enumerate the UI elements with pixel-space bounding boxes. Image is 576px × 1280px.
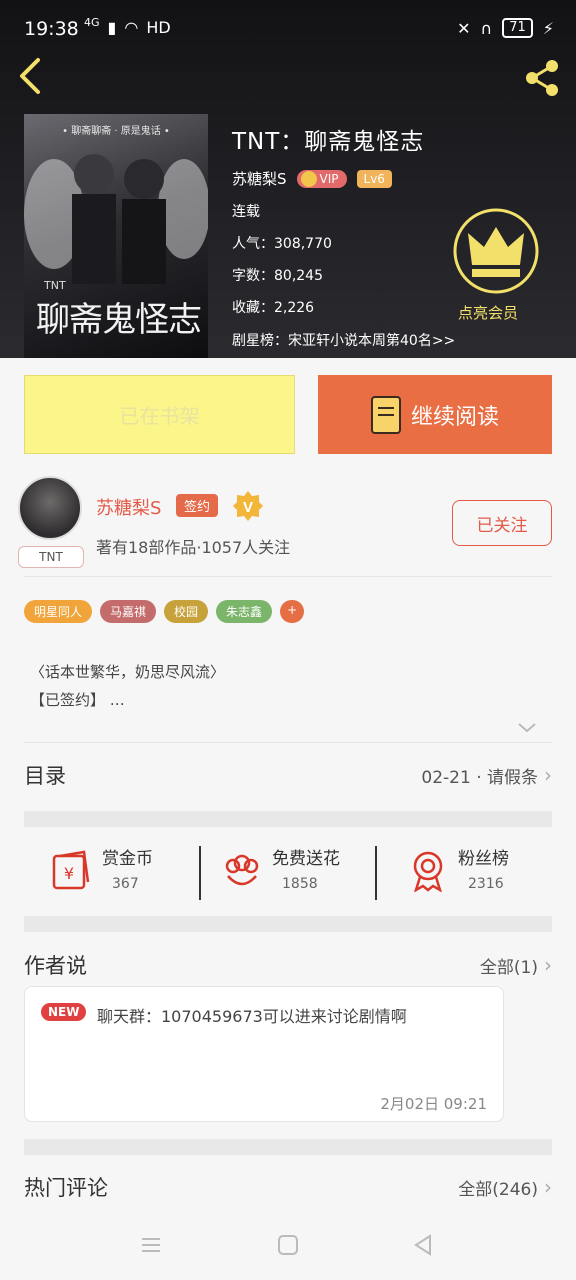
divider (24, 742, 552, 743)
book-intro[interactable]: 〈话本世繁华，奶思尽风流〉 【已签约】 … (30, 658, 225, 714)
coin-pouch-icon: ¥ (52, 850, 90, 890)
menu-icon[interactable] (140, 1234, 162, 1256)
status-right: ✕ ∩ 71 ⚡ (457, 18, 554, 38)
wifi-icon: ◠ (124, 18, 139, 37)
reward-coin-stat[interactable]: ¥ 赏金币 367 (50, 838, 200, 910)
flower-icon (225, 854, 259, 886)
stat-value: 2316 (468, 876, 504, 892)
book-cover[interactable]: • 聊斋聊斋 · 原是鬼话 • TNT 聊斋鬼怪志 (24, 114, 208, 358)
signal-icon: 4G (84, 16, 100, 29)
chevron-right-icon: › (544, 1175, 552, 1199)
author-row: 苏糖梨S VIP Lv6 (232, 168, 562, 189)
comments-title: 热门评论 (24, 1176, 108, 1200)
battery-icon: 71 (502, 18, 533, 38)
crown-icon (300, 170, 317, 187)
continue-reading-button[interactable]: 继续阅读 (318, 375, 552, 454)
tag-item[interactable]: 朱志鑫 (216, 600, 273, 623)
vip-label: VIP (319, 171, 339, 186)
vip-badge: VIP (296, 169, 347, 188)
divider (24, 576, 552, 577)
book-title: TNT：聊斋鬼怪志 (232, 129, 425, 155)
author-avatar[interactable] (18, 476, 82, 540)
add-tag-button[interactable]: + (280, 600, 305, 623)
toc-latest-chapter: 02-21 · 请假条 (421, 767, 538, 788)
stat-value: 1858 (282, 876, 318, 892)
intro-line-1: 〈话本世繁华，奶思尽风流〉 (30, 663, 226, 681)
book-author[interactable]: 苏糖梨S (232, 168, 287, 189)
medal-icon (413, 851, 443, 892)
author-notes-title: 作者说 (24, 954, 87, 978)
signed-badge: 签约 (176, 494, 219, 517)
book-header: 19:38 4G ▮ ◠ HD ✕ ∩ 71 ⚡ • 聊斋聊斋 · 原是鬼话 • (0, 0, 576, 358)
book-icon (370, 395, 401, 434)
avatar-tag: TNT (18, 546, 84, 568)
author-note-time: 2月02日 09:21 (380, 1095, 487, 1113)
author-note-card[interactable]: NEW 聊天群：1070459673可以进来讨论剧情啊 2月02日 09:21 (24, 986, 504, 1122)
cover-sub-text: TNT (44, 279, 66, 292)
signal-bars-icon: ▮ (107, 18, 117, 37)
status-bar: 19:38 4G ▮ ◠ HD ✕ ∩ 71 ⚡ (0, 0, 576, 58)
toc-row[interactable]: 目录 02-21 · 请假条 › (24, 760, 552, 790)
chevron-right-icon: › (544, 953, 552, 977)
author-card: TNT 苏糖梨S 签约 V 著有18部作品·1057人关注 已关注 (18, 476, 558, 576)
free-flower-stat[interactable]: 免费送花 1858 (220, 838, 370, 910)
stat-divider (375, 846, 377, 900)
fan-rank-stat[interactable]: 粉丝榜 2316 (406, 838, 552, 910)
comments-count: 全部(246) (458, 1179, 538, 1200)
verified-v-icon: V (233, 491, 263, 521)
stat-value: 367 (112, 876, 139, 892)
home-icon[interactable] (277, 1234, 299, 1256)
tag-item[interactable]: 马嘉祺 (100, 600, 157, 623)
author-note-text: 聊天群：1070459673可以进来讨论剧情啊 (97, 1007, 407, 1026)
chevron-down-icon[interactable] (516, 716, 538, 738)
mute-icon: ✕ (457, 18, 471, 38)
headphones-icon: ∩ (480, 18, 493, 38)
status-network: 4G ▮ ◠ HD (84, 16, 171, 37)
author-notes-all[interactable]: 全部(1) › (480, 953, 552, 978)
stat-name: 赏金币 (102, 849, 153, 869)
level-badge: Lv6 (356, 169, 392, 188)
stat-name: 粉丝榜 (458, 849, 509, 869)
vip-crown-icon[interactable] (452, 207, 540, 295)
comments-header[interactable]: 热门评论 全部(246) › (24, 1172, 552, 1202)
tag-list: 明星同人 马嘉祺 校园 朱志鑫 + (24, 600, 305, 623)
vip-promo-label[interactable]: 点亮会员 (458, 302, 518, 323)
chevron-right-icon: › (544, 763, 552, 787)
share-icon[interactable] (520, 56, 564, 100)
stat-divider (199, 846, 201, 900)
continue-reading-label: 继续阅读 (410, 404, 499, 430)
section-separator (24, 916, 552, 932)
follow-button[interactable]: 已关注 (452, 500, 552, 546)
cover-title: 聊斋鬼怪志 (36, 300, 202, 340)
intro-line-2: 【已签约】 … (30, 691, 125, 709)
back-icon[interactable] (412, 1234, 434, 1256)
back-arrow-icon[interactable] (14, 56, 50, 96)
support-stats: ¥ 赏金币 367 免费送花 1858 粉丝榜 2316 (24, 838, 552, 910)
system-nav-bar (0, 1216, 576, 1280)
toc-latest: 02-21 · 请假条 › (421, 763, 552, 788)
rank-link[interactable]: 剧星榜：宋亚轩小说本周第40名>> (232, 330, 455, 350)
toc-title: 目录 (24, 764, 66, 788)
section-separator (24, 811, 552, 827)
author-name[interactable]: 苏糖梨S (96, 494, 161, 520)
tag-item[interactable]: 校园 (164, 600, 209, 623)
author-notes-count: 全部(1) (479, 957, 538, 978)
hd-label: HD (146, 18, 171, 37)
charging-icon: ⚡ (542, 18, 554, 38)
svg-text:¥: ¥ (64, 864, 74, 883)
on-shelf-button[interactable]: 已在书架 (24, 375, 295, 454)
author-desc: 著有18部作品·1057人关注 (96, 538, 291, 557)
svg-text:V: V (243, 499, 253, 516)
author-notes-header[interactable]: 作者说 全部(1) › (24, 950, 552, 980)
section-separator (24, 1139, 552, 1155)
cover-art (24, 154, 208, 284)
comments-all[interactable]: 全部(246) › (458, 1175, 552, 1200)
new-badge: NEW (41, 1003, 87, 1021)
tag-item[interactable]: 明星同人 (24, 600, 93, 623)
stat-name: 免费送花 (272, 849, 340, 869)
status-time: 19:38 (24, 18, 79, 40)
